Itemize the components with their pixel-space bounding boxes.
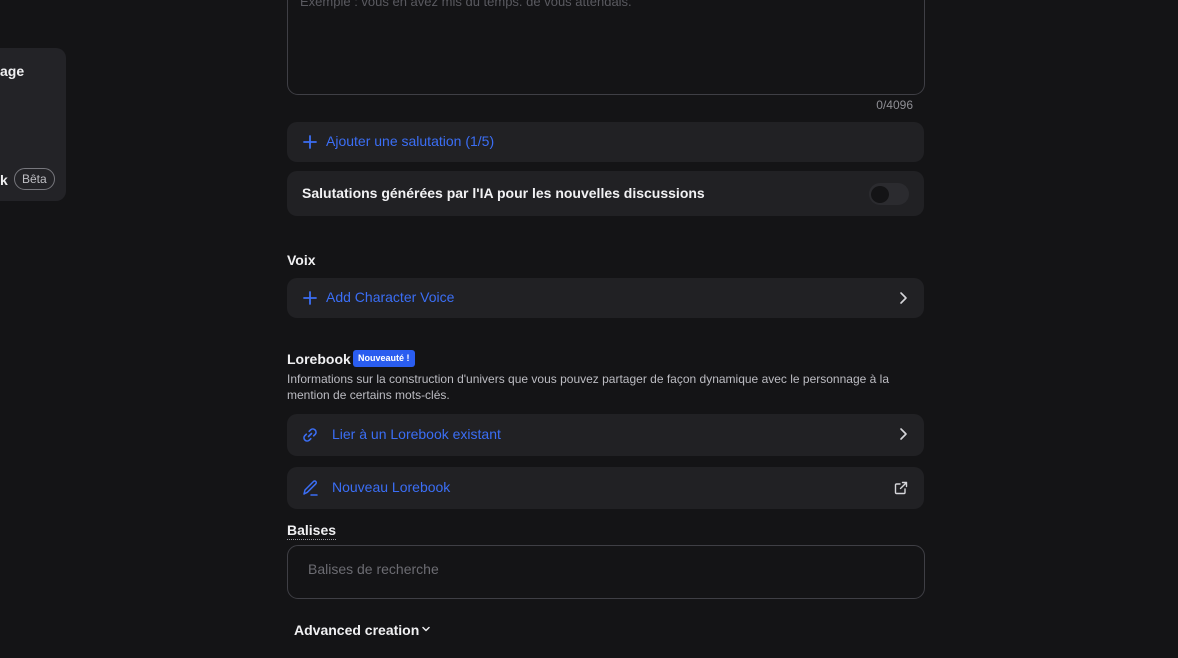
side-panel-label-top[interactable]: age bbox=[0, 63, 24, 79]
beta-badge: Bêta bbox=[14, 168, 55, 190]
ai-greetings-row: Salutations générées par l'IA pour les n… bbox=[287, 171, 924, 216]
link-lorebook-label: Lier à un Lorebook existant bbox=[332, 426, 501, 442]
add-greeting-label: Ajouter une salutation (1/5) bbox=[326, 133, 495, 149]
advanced-creation-label: Advanced creation bbox=[294, 622, 420, 638]
toggle-knob bbox=[871, 186, 889, 203]
link-lorebook-button[interactable]: Lier à un Lorebook existant bbox=[287, 414, 924, 456]
voice-section-title: Voix bbox=[287, 252, 316, 268]
external-link-icon bbox=[894, 481, 908, 495]
side-panel-card: age k Bêta bbox=[0, 48, 66, 201]
link-icon bbox=[303, 428, 317, 442]
tags-search-input[interactable] bbox=[306, 560, 900, 578]
lorebook-description: Informations sur la construction d'unive… bbox=[287, 372, 889, 402]
add-character-voice-label: Add Character Voice bbox=[326, 289, 455, 305]
add-greeting-button[interactable]: Ajouter une salutation (1/5) bbox=[287, 122, 924, 162]
add-character-voice-button[interactable]: Add Character Voice bbox=[287, 278, 924, 318]
character-counter: 0/4096 bbox=[876, 98, 913, 112]
tags-search-field[interactable] bbox=[287, 545, 925, 599]
greeting-textarea[interactable]: Exemple : vous en avez mis du temps. de … bbox=[287, 0, 925, 95]
plus-icon bbox=[303, 135, 317, 149]
side-panel-label-bottom[interactable]: k bbox=[0, 172, 8, 188]
chevron-right-icon bbox=[900, 428, 907, 440]
lorebook-section-title: Lorebook bbox=[287, 351, 351, 367]
ai-greetings-toggle[interactable] bbox=[869, 183, 909, 205]
chevron-right-icon bbox=[900, 292, 907, 304]
new-badge: Nouveauté ! bbox=[353, 350, 415, 367]
new-lorebook-button[interactable]: Nouveau Lorebook bbox=[287, 467, 924, 509]
chevron-down-icon bbox=[422, 626, 430, 632]
ai-greetings-label: Salutations générées par l'IA pour les n… bbox=[302, 185, 705, 201]
plus-icon bbox=[303, 291, 317, 305]
greeting-textarea-placeholder: Exemple : vous en avez mis du temps. de … bbox=[300, 0, 632, 9]
pencil-icon bbox=[303, 480, 318, 496]
tags-section-title: Balises bbox=[287, 522, 337, 540]
new-lorebook-label: Nouveau Lorebook bbox=[332, 479, 451, 495]
advanced-creation-toggle[interactable]: Advanced creation bbox=[294, 622, 430, 638]
